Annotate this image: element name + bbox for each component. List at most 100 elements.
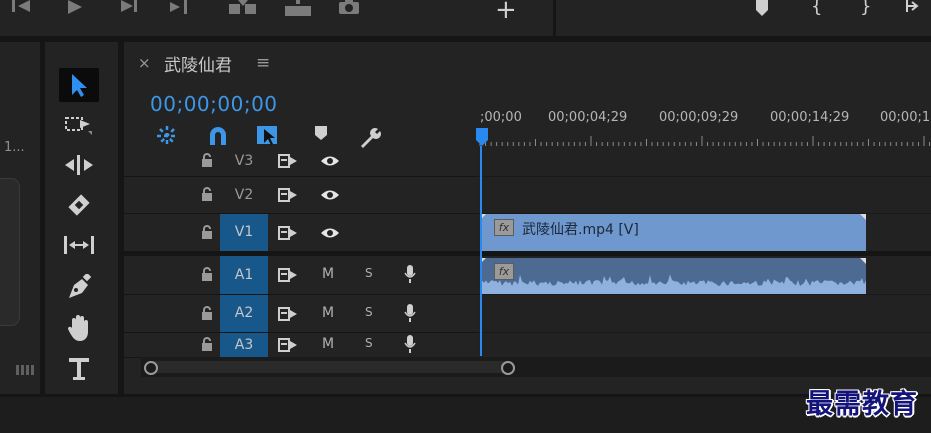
clip-corner-marker (860, 258, 866, 264)
sequence-tab-title[interactable]: 武陵仙君 (164, 51, 232, 76)
solo-track-button[interactable]: S (365, 305, 373, 319)
track-select-forward-tool[interactable] (59, 108, 99, 142)
project-panel-label: 1... (4, 140, 25, 155)
lock-icon[interactable] (200, 266, 214, 285)
toolbar-divider (553, 0, 556, 36)
sync-lock-icon[interactable] (278, 187, 298, 206)
program-monitor-toolbar: + { } (0, 0, 931, 36)
hand-tool[interactable] (59, 311, 99, 345)
sync-lock-icon[interactable] (278, 267, 298, 286)
ruler-label: 00;00;09;29 (659, 110, 739, 125)
sync-lock-icon[interactable] (278, 153, 298, 172)
mute-track-button[interactable]: M (322, 336, 334, 352)
nest-sequence-icon[interactable] (156, 125, 178, 147)
track-target-a1[interactable]: A1 (220, 256, 268, 294)
tab-close-button[interactable]: × (138, 54, 151, 72)
voice-over-record-icon[interactable] (404, 335, 416, 357)
step-back-icon[interactable] (10, 0, 32, 14)
voice-over-record-icon[interactable] (404, 304, 416, 326)
ruler-label: 00;00;04;29 (548, 110, 628, 125)
snap-magnet-icon[interactable] (207, 125, 229, 147)
lock-icon[interactable] (200, 186, 214, 205)
track-lane-a3[interactable] (478, 333, 931, 358)
ripple-edit-tool[interactable] (59, 148, 99, 182)
video-clip-label: 武陵仙君.mp4 [V] (522, 222, 639, 238)
mute-track-button[interactable]: M (322, 266, 334, 282)
panel-menu-button[interactable]: ≡ (256, 53, 270, 73)
ruler-label: 00;00;1 (880, 110, 931, 125)
toggle-output-eye-icon[interactable] (320, 187, 340, 206)
lock-icon[interactable] (200, 305, 214, 324)
audio-clip-fx-badge[interactable]: fx (494, 263, 514, 280)
toggle-output-eye-icon[interactable] (320, 225, 340, 244)
mark-out-icon[interactable]: } (860, 0, 871, 16)
video-clip-fx-badge[interactable]: fx (494, 219, 514, 236)
lock-icon[interactable] (200, 152, 214, 171)
track-target-v1[interactable]: V1 (220, 214, 268, 251)
type-tool[interactable] (59, 352, 99, 386)
razor-tool[interactable] (59, 188, 99, 222)
track-target-v3[interactable]: V3 (220, 146, 268, 176)
track-header-row: A1 M S (124, 256, 478, 295)
sync-lock-icon[interactable] (278, 337, 298, 356)
mute-track-button[interactable]: M (322, 305, 334, 321)
video-audio-divider[interactable] (124, 251, 931, 256)
sync-lock-icon[interactable] (278, 306, 298, 325)
track-header-row: A2 M S (124, 295, 478, 333)
track-header-row: V3 (124, 146, 478, 177)
pen-icon (69, 274, 92, 298)
waveform-shape (480, 274, 866, 294)
mark-in-icon[interactable]: { (811, 0, 822, 16)
marker-icon[interactable] (754, 0, 770, 16)
track-lane-v3[interactable] (478, 146, 931, 177)
toggle-output-eye-icon[interactable] (320, 153, 340, 172)
track-lane-v2[interactable] (478, 177, 931, 214)
lock-icon[interactable] (200, 336, 214, 355)
overwrite-icon[interactable] (283, 0, 313, 16)
watermark-text: 最需教育 (806, 389, 918, 420)
step-forward-icon[interactable] (119, 0, 141, 14)
ruler-label: 00;00;14;29 (770, 110, 850, 125)
selection-tool[interactable] (59, 68, 99, 102)
go-to-in-icon[interactable] (905, 0, 929, 14)
playhead-handle[interactable] (476, 128, 488, 146)
track-header-row: V2 (124, 177, 478, 214)
slip-icon (64, 236, 94, 254)
hand-icon (67, 315, 88, 341)
play-icon[interactable] (66, 0, 84, 14)
solo-track-button[interactable]: S (365, 336, 373, 350)
playhead-timecode[interactable]: 00;00;00;00 (150, 92, 278, 116)
playhead-line[interactable] (480, 146, 482, 356)
voice-over-record-icon[interactable] (404, 265, 416, 287)
camera-icon[interactable] (338, 0, 360, 14)
pen-tool[interactable] (59, 270, 99, 304)
razor-icon (68, 194, 90, 216)
track-target-a3[interactable]: A3 (220, 333, 268, 357)
scrollbar-right-handle[interactable] (501, 361, 515, 375)
add-marker-icon[interactable] (314, 125, 328, 141)
ripple-edit-icon (65, 155, 93, 175)
add-button[interactable]: + (495, 0, 517, 23)
scrollbar-left-handle[interactable] (144, 361, 158, 375)
list-view-icon[interactable] (16, 360, 36, 375)
audio-clip[interactable] (480, 258, 866, 294)
project-panel-scrollbar[interactable] (0, 178, 20, 326)
linked-selection-icon[interactable] (256, 125, 280, 147)
audio-waveform (480, 258, 866, 294)
go-to-out-icon[interactable] (168, 0, 192, 14)
track-target-v2[interactable]: V2 (220, 177, 268, 213)
track-header-row: A3 M S (124, 333, 478, 358)
selection-arrow-icon (72, 74, 87, 97)
slip-tool[interactable] (59, 228, 99, 262)
track-target-a2[interactable]: A2 (220, 295, 268, 332)
ruler-label: ;00;00 (480, 110, 522, 125)
type-icon (69, 358, 89, 380)
track-select-icon (65, 117, 92, 135)
track-header-row: V1 (124, 214, 478, 252)
insert-icon[interactable] (227, 0, 259, 14)
track-lane-a2[interactable] (478, 295, 931, 333)
solo-track-button[interactable]: S (365, 266, 373, 280)
sync-lock-icon[interactable] (278, 225, 298, 244)
scrollbar-thumb[interactable] (147, 361, 513, 373)
lock-icon[interactable] (200, 224, 214, 243)
